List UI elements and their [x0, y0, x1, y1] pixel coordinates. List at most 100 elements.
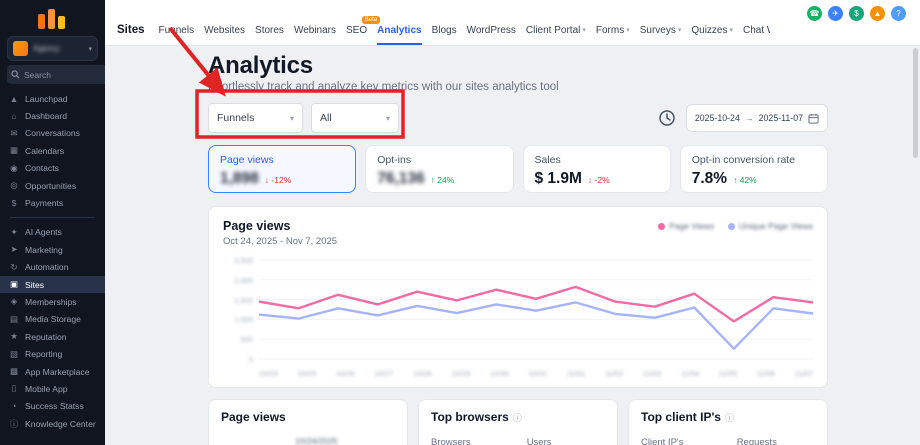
topbar-alerts[interactable]: ▲	[870, 6, 885, 21]
tab-blogs[interactable]: Blogs	[432, 15, 457, 45]
legend-page-views[interactable]: Page Views	[658, 221, 714, 231]
sidebar-item-icon: ◉	[9, 163, 19, 174]
sidebar-item-icon: ➤	[9, 244, 19, 255]
metric-change-value: 42%	[740, 175, 757, 185]
card-title: Top client IP's	[641, 410, 721, 424]
tab-surveys[interactable]: Surveys ▾	[640, 15, 682, 45]
sidebar-search[interactable]: ⌘K	[7, 65, 105, 84]
tab-websites[interactable]: Websites	[204, 15, 245, 45]
x-axis-tick-label: 10/31	[529, 369, 548, 378]
sidebar-item-icon: ◈	[9, 296, 19, 307]
date-range-picker[interactable]: 2025-10-24 → 2025-11-07	[686, 104, 828, 132]
metric-value: 1,898	[220, 170, 259, 188]
highlevel-logo[interactable]	[0, 0, 105, 34]
y-axis-tick-label: 1,500	[234, 296, 253, 305]
chevron-down-icon: ▾	[582, 26, 586, 34]
sidebar-item-mobile-app[interactable]: ▯ Mobile App	[0, 380, 105, 397]
trend-arrow-icon: ↓	[265, 175, 269, 185]
history-clock-button[interactable]	[656, 107, 678, 129]
tab-quizzes[interactable]: Quizzes ▾	[691, 15, 733, 45]
info-icon[interactable]: ⓘ	[725, 411, 734, 424]
funnel-item-select[interactable]: All ▾	[311, 103, 399, 133]
metric-label: Opt-ins	[377, 154, 501, 166]
x-axis-tick-label: 10/28	[413, 369, 432, 378]
metric-card-sales[interactable]: Sales $ 1.9M ↓ -2%	[523, 145, 671, 193]
metric-change-badge: ↑ 24%	[431, 175, 455, 185]
x-axis-tick-label: 11/03	[643, 369, 661, 378]
top-client-ips-card: Top client IP's ⓘ Client IP's Requests	[628, 399, 828, 445]
sidebar-item-memberships[interactable]: ◈ Memberships	[0, 293, 105, 310]
tab-analytics[interactable]: Analytics	[377, 15, 421, 45]
sidebar-secondary-nav: ✦ AI Agents ➤ Marketing ↻ Automation ▣ S…	[0, 224, 105, 433]
sidebar-item-icon: ◎	[9, 180, 19, 191]
tab-chat-widget[interactable]: Chat Widget	[743, 15, 770, 45]
quick-action-glyph: ☎	[810, 9, 820, 18]
tab-seo[interactable]: SEO Beta	[346, 15, 367, 45]
sidebar-item-automation[interactable]: ↻ Automation	[0, 259, 105, 276]
sidebar-item-icon: ↻	[9, 262, 19, 273]
sidebar-item-success-statss[interactable]: ◔ Success Statss	[0, 398, 105, 415]
metric-card-page-views[interactable]: Page views 1,898 ↓ -12%	[208, 145, 356, 193]
quick-action-glyph: ?	[896, 9, 900, 18]
sidebar-item-label: Mobile App	[25, 384, 68, 394]
y-axis-tick-label: 2,000	[234, 276, 253, 285]
sidebar-item-contacts[interactable]: ◉ Contacts	[0, 160, 105, 177]
tab-webinars[interactable]: Webinars	[294, 15, 336, 45]
trend-arrow-icon: ↑	[733, 175, 737, 185]
tab-label: WordPress	[467, 25, 516, 36]
sidebar-item-sites[interactable]: ▣ Sites	[0, 276, 105, 293]
topbar-payments[interactable]: $	[849, 6, 864, 21]
metric-card-opt-ins[interactable]: Opt-ins 76,136 ↑ 24%	[365, 145, 513, 193]
metric-change-value: -12%	[271, 175, 291, 185]
funnel-item-value: All	[320, 112, 332, 124]
sidebar-item-icon: ▦	[9, 145, 19, 156]
sidebar-item-media-storage[interactable]: ▤ Media Storage	[0, 311, 105, 328]
tab-forms[interactable]: Forms ▾	[596, 15, 630, 45]
redacted-date-text: 10/24/2025	[295, 436, 395, 445]
page-subtitle: Effortlessly track and analyze key metri…	[208, 81, 828, 93]
quick-action-glyph: ▲	[874, 9, 882, 18]
sidebar-item-conversations[interactable]: ✉ Conversations	[0, 125, 105, 142]
tab-label: Webinars	[294, 25, 336, 36]
sidebar-item-calendars[interactable]: ▦ Calendars	[0, 142, 105, 159]
column-header-client-ips: Client IP's	[641, 437, 737, 445]
metric-change-badge: ↓ -2%	[588, 175, 610, 185]
funnel-type-select[interactable]: Funnels ▾	[208, 103, 303, 133]
topbar-phone[interactable]: ☎	[807, 6, 822, 21]
metric-card-opt-in-conversion-rate[interactable]: Opt-in conversion rate 7.8% ↑ 42%	[680, 145, 828, 193]
tab-wordpress[interactable]: WordPress	[467, 15, 516, 45]
x-axis-tick-label: 11/01	[567, 369, 585, 378]
tab-client-portal[interactable]: Client Portal ▾	[526, 15, 586, 45]
workspace-switcher[interactable]: Agency ▾	[7, 36, 98, 61]
sidebar-item-opportunities[interactable]: ◎ Opportunities	[0, 177, 105, 194]
legend-unique-page-views[interactable]: Unique Page Views	[728, 221, 813, 231]
sidebar-item-knowledge-center[interactable]: ⓘ Knowledge Center	[0, 415, 105, 432]
x-axis-tick-label: 10/26	[336, 369, 355, 378]
vertical-scrollbar[interactable]	[913, 48, 918, 158]
sidebar-item-launchpad[interactable]: ▲ Launchpad	[0, 90, 105, 107]
section-label: Sites	[117, 24, 145, 36]
sidebar-item-dashboard[interactable]: ⌂ Dashboard	[0, 107, 105, 124]
sidebar-item-reputation[interactable]: ★ Reputation	[0, 328, 105, 345]
tab-funnels[interactable]: Funnels	[159, 15, 195, 45]
sidebar-item-icon: ⓘ	[9, 418, 19, 430]
sidebar-item-ai-agents[interactable]: ✦ AI Agents	[0, 224, 105, 241]
sidebar-item-payments[interactable]: $ Payments	[0, 194, 105, 211]
topbar-help[interactable]: ?	[891, 6, 906, 21]
quick-action-glyph: $	[854, 9, 858, 18]
sidebar-item-reporting[interactable]: ▧ Reporting	[0, 345, 105, 362]
sidebar-item-label: Launchpad	[25, 94, 68, 104]
topbar-connect[interactable]: ✈	[828, 6, 843, 21]
sidebar-item-app-marketplace[interactable]: ▩ App Marketplace	[0, 363, 105, 380]
bottom-cards-row: Page views 10/24/2025 Top browsers ⓘ Bro…	[208, 399, 828, 445]
tab-stores[interactable]: Stores	[255, 15, 284, 45]
sidebar-item-icon: ⌂	[9, 111, 19, 121]
quick-action-glyph: ✈	[832, 9, 839, 18]
info-icon[interactable]: ⓘ	[513, 411, 522, 424]
filters-row: Funnels ▾ All ▾ 2025-10-24 → 2025-11-07	[208, 103, 828, 133]
date-range-end: 2025-11-07	[759, 113, 803, 123]
workspace-name: Agency	[33, 44, 60, 53]
sidebar-item-marketing[interactable]: ➤ Marketing	[0, 241, 105, 258]
search-input[interactable]	[24, 70, 105, 80]
workspace-avatar	[13, 41, 28, 56]
